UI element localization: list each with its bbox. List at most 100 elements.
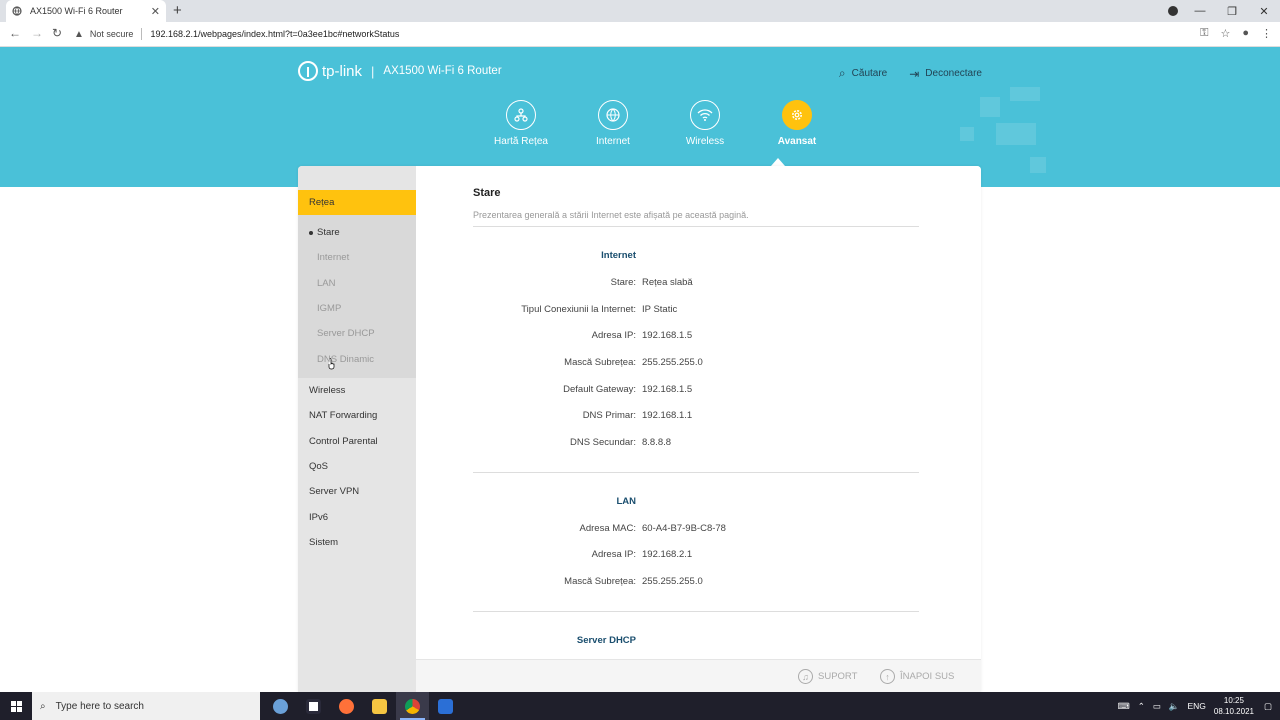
section-title-dhcp-server: Server DHCP [576, 635, 636, 646]
nav-advanced[interactable]: Avansat [751, 100, 843, 147]
sidebar-item-wireless[interactable]: Wireless [309, 385, 345, 396]
forward-icon[interactable]: → [31, 26, 43, 40]
sidebar-item-lan[interactable]: LAN [317, 278, 335, 289]
tab-search-icon[interactable] [1168, 6, 1178, 16]
folder-icon [372, 698, 387, 714]
taskbar-app-remote[interactable] [429, 692, 462, 720]
sidebar-item-dhcp-server[interactable]: Server DHCP [317, 328, 375, 339]
row-value: 8.8.8.8 [642, 437, 672, 448]
row-value: 255.255.255.0 [642, 357, 703, 368]
back-to-top-button[interactable]: ↑ ÎNAPOI SUS [880, 669, 954, 684]
tab-title: AX1500 Wi-Fi 6 Router [30, 6, 123, 16]
back-to-top-label: ÎNAPOI SUS [900, 671, 955, 682]
new-tab-icon[interactable]: + [173, 2, 182, 20]
main-panel: Rețea Stare Internet LAN IGMP Server DHC… [298, 166, 981, 692]
tray-chevron-icon[interactable]: ⌃ [1138, 701, 1145, 712]
notification-icon[interactable]: ▢ [1264, 701, 1272, 712]
network-icon[interactable]: ▭ [1153, 701, 1161, 712]
windows-logo-icon [10, 700, 22, 712]
arrow-up-icon: ↑ [880, 669, 895, 684]
back-icon[interactable]: ← [9, 26, 21, 40]
tab-close-icon[interactable]: ✕ [151, 5, 160, 18]
sidebar-item-qos[interactable]: QoS [309, 461, 328, 472]
sidebar: Rețea Stare Internet LAN IGMP Server DHC… [298, 166, 416, 692]
row-label: DNS Secundar: [569, 437, 636, 448]
search-button[interactable]: ⌕ Căutare [839, 66, 887, 81]
volume-icon[interactable]: 🔈 [1169, 701, 1180, 712]
sidebar-item-dynamic-dns[interactable]: DNS Dinamic [317, 354, 374, 365]
sidebar-item-system[interactable]: Sistem [309, 537, 338, 548]
chrome-icon [405, 698, 420, 714]
snip-app-icon [306, 698, 321, 714]
active-nav-pointer [771, 158, 785, 166]
taskbar-search[interactable]: ⌕ Type here to search [32, 692, 260, 720]
system-tray: ⌨ ⌃ ▭ 🔈 ENG 10:25 08.10.2021 ▢ [1117, 692, 1280, 720]
clock[interactable]: 10:25 08.10.2021 [1214, 695, 1254, 717]
nav-wireless[interactable]: Wireless [659, 100, 751, 147]
close-window-icon[interactable]: ✕ [1248, 5, 1280, 18]
star-icon[interactable]: ☆ [1220, 27, 1230, 40]
firefox-icon [339, 698, 354, 714]
nav-internet[interactable]: Internet [567, 100, 659, 147]
browser-tab[interactable]: AX1500 Wi-Fi 6 Router ✕ [6, 0, 166, 22]
active-bullet-icon [309, 231, 313, 235]
start-button[interactable] [0, 692, 32, 720]
row-label: Adresa IP: [591, 330, 636, 341]
page-title: Stare [473, 187, 501, 199]
clock-date: 08.10.2021 [1213, 707, 1254, 716]
row-value: 60-A4-B7-9B-C8-78 [642, 523, 726, 534]
support-button[interactable]: ♫ SUPORT [798, 669, 857, 684]
page-footer: ♫ SUPORT ↑ ÎNAPOI SUS [416, 659, 981, 692]
row-label: Tipul Conexiunii la Internet: [521, 304, 636, 315]
sidebar-section-network[interactable]: Rețea [298, 190, 416, 215]
url-field[interactable]: ▲ Not secure 192.168.2.1/webpages/index.… [74, 24, 1184, 44]
sidebar-item-nat-forwarding[interactable]: NAT Forwarding [309, 410, 377, 421]
url-text: 192.168.2.1/webpages/index.html?t=0a3ee1… [150, 29, 400, 39]
sidebar-item-igmp[interactable]: IGMP [317, 303, 341, 314]
minimize-icon[interactable]: — [1184, 5, 1216, 17]
network-map-icon [506, 100, 536, 130]
nav-label: Avansat [777, 136, 817, 147]
row-value: IP Static [642, 304, 678, 315]
sidebar-item-vpn-server[interactable]: Server VPN [309, 486, 359, 497]
language-indicator[interactable]: ENG [1188, 701, 1206, 711]
windows-taskbar: ⌕ Type here to search ⌨ ⌃ ▭ 🔈 ENG 10:25 … [0, 692, 1280, 720]
row-label: Mască Subrețea: [564, 357, 636, 368]
sidebar-item-internet[interactable]: Internet [317, 252, 349, 263]
divider [473, 226, 919, 227]
taskbar-app-firefox[interactable] [330, 692, 363, 720]
security-label: Not secure [89, 29, 134, 39]
section-title-lan: LAN [616, 496, 636, 507]
nav-label: Internet [596, 136, 630, 147]
logout-button[interactable]: ⇥ Deconectare [909, 66, 982, 81]
taskbar-app-snip[interactable] [297, 692, 330, 720]
taskbar-app-chrome[interactable] [396, 692, 429, 720]
taskbar-search-placeholder: Type here to search [55, 700, 144, 712]
profile-icon[interactable]: ● [1242, 27, 1249, 40]
row-value: 255.255.255.0 [642, 576, 703, 587]
hand-cursor-icon [328, 358, 335, 370]
headset-icon: ♫ [798, 669, 813, 684]
clock-time: 10:25 [1223, 696, 1244, 705]
address-bar: ← → ↻ ▲ Not secure 192.168.2.1/webpages/… [0, 22, 1280, 47]
page-description: Prezentarea generală a stării Internet e… [473, 210, 749, 220]
menu-icon[interactable]: ⋮ [1261, 27, 1272, 40]
top-actions: ⌕ Căutare ⇥ Deconectare [839, 66, 982, 81]
row-value: 192.168.1.1 [642, 410, 693, 421]
section-title-internet: Internet [601, 250, 636, 261]
product-name: AX1500 Wi-Fi 6 Router [383, 65, 502, 77]
search-icon: ⌕ [40, 700, 46, 712]
nav-network-map[interactable]: Hartă Rețea [475, 100, 567, 147]
restore-icon[interactable]: ❐ [1216, 5, 1248, 18]
sidebar-item-parental-control[interactable]: Control Parental [309, 436, 378, 447]
taskbar-app-vpn[interactable] [264, 692, 297, 720]
taskbar-app-explorer[interactable] [363, 692, 396, 720]
nav-label: Wireless [685, 136, 725, 147]
reload-icon[interactable]: ↻ [52, 26, 62, 40]
keyboard-icon[interactable]: ⌨ [1117, 701, 1129, 712]
sidebar-item-status[interactable]: Stare [317, 227, 340, 238]
row-value: 192.168.1.5 [642, 330, 693, 341]
row-value: 192.168.1.5 [642, 384, 693, 395]
key-icon[interactable]: ⚿ [1200, 27, 1208, 40]
sidebar-item-ipv6[interactable]: IPv6 [309, 512, 328, 523]
